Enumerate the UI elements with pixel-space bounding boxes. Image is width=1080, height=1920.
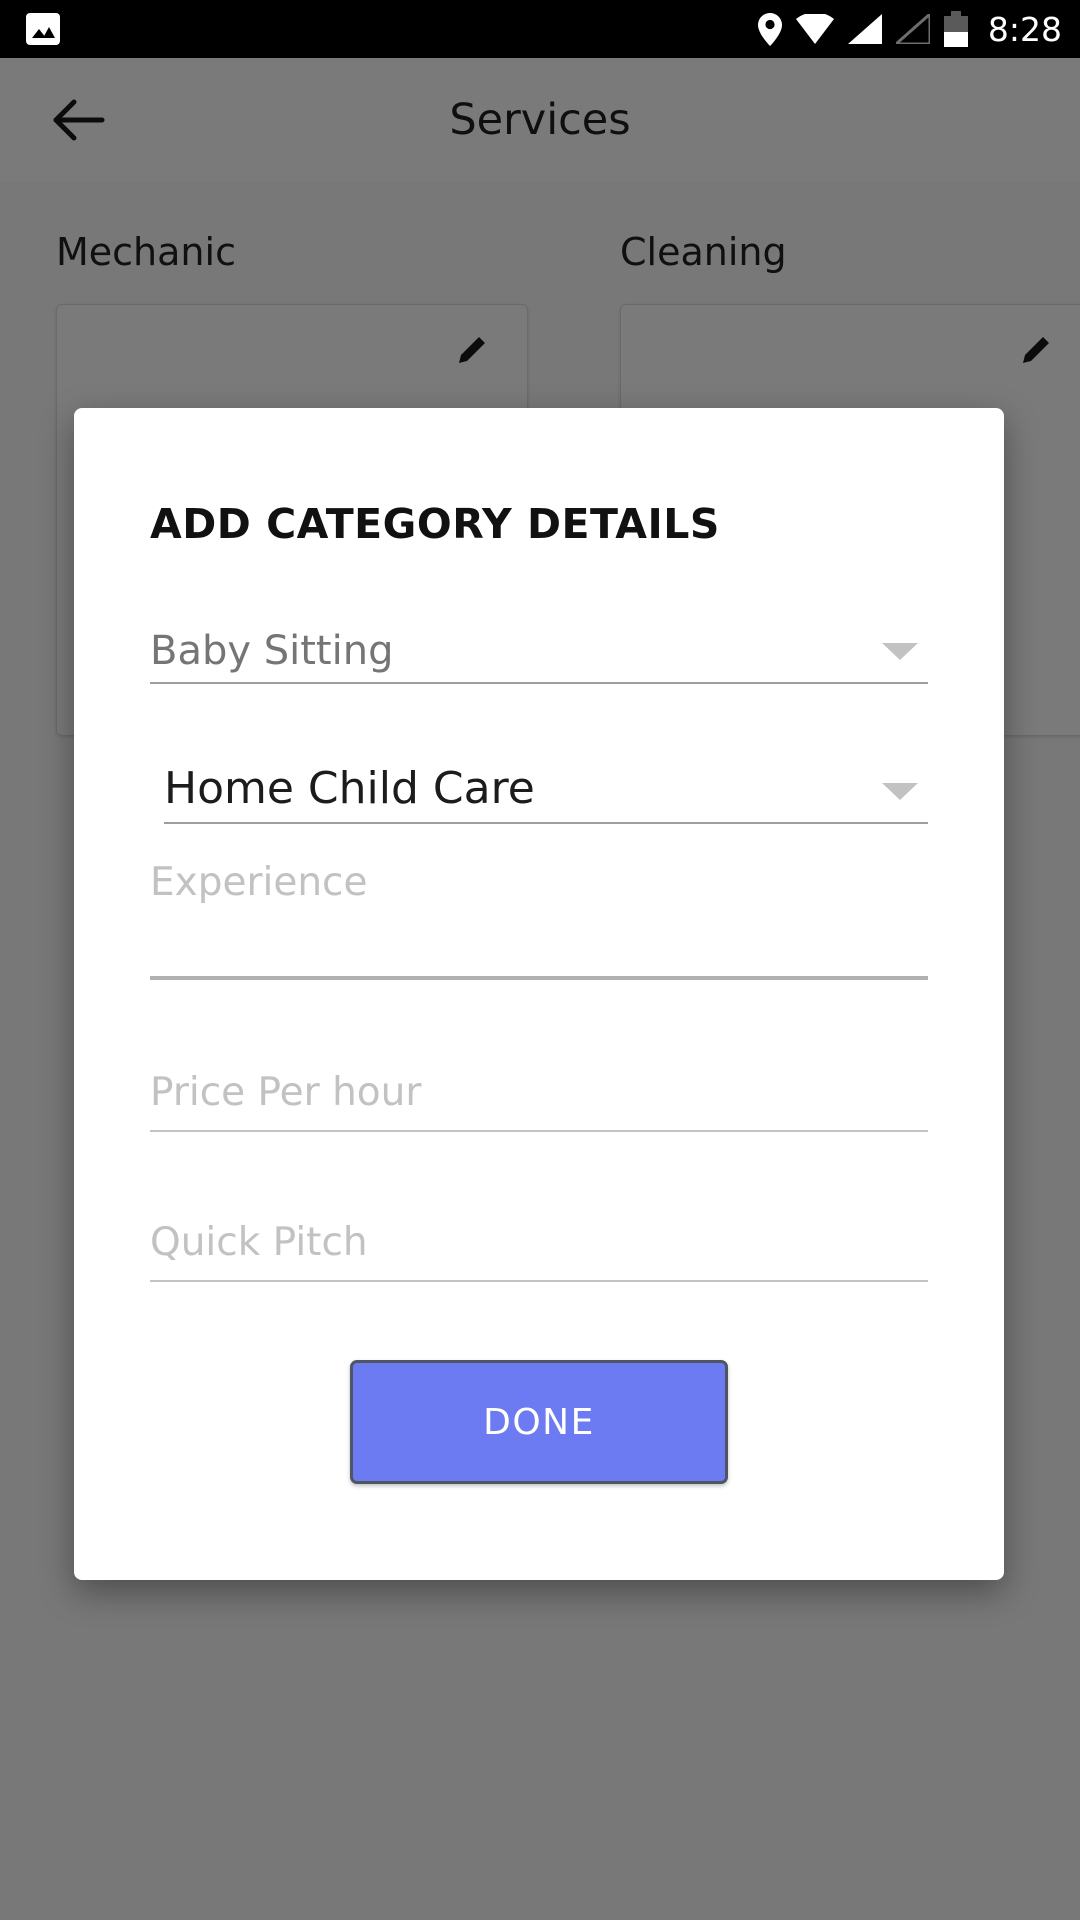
add-category-details-dialog: ADD CATEGORY DETAILS Baby Sitting Home C…	[74, 408, 1004, 1580]
subcategory-select[interactable]: Home Child Care	[164, 744, 928, 824]
status-bar-clock: 8:28	[987, 9, 1062, 49]
dialog-form: Baby Sitting Home Child Care Experience …	[74, 604, 1004, 1580]
price-per-hour-input[interactable]: Price Per hour	[150, 1068, 928, 1132]
chevron-down-icon	[882, 783, 918, 800]
price-per-hour-placeholder: Price Per hour	[150, 1070, 422, 1115]
category-select-value: Baby Sitting	[150, 628, 394, 674]
category-select[interactable]: Baby Sitting	[150, 604, 928, 684]
chevron-down-icon	[882, 643, 918, 660]
subcategory-select-value: Home Child Care	[164, 763, 535, 814]
status-bar-icons: 8:28	[757, 0, 1062, 58]
status-bar: 8:28	[0, 0, 1080, 58]
dialog-title: ADD CATEGORY DETAILS	[150, 500, 720, 548]
quick-pitch-placeholder: Quick Pitch	[150, 1220, 368, 1265]
photo-icon	[26, 13, 60, 45]
location-pin-icon	[757, 12, 782, 46]
dialog-actions: DONE	[150, 1360, 928, 1580]
experience-placeholder: Experience	[150, 860, 368, 905]
signal-full-icon	[847, 14, 882, 44]
battery-icon	[943, 11, 968, 47]
wifi-icon	[795, 12, 834, 44]
experience-input[interactable]: Experience	[150, 858, 928, 980]
done-button[interactable]: DONE	[350, 1360, 728, 1484]
quick-pitch-input[interactable]: Quick Pitch	[150, 1218, 928, 1282]
signal-empty-icon	[891, 10, 932, 46]
